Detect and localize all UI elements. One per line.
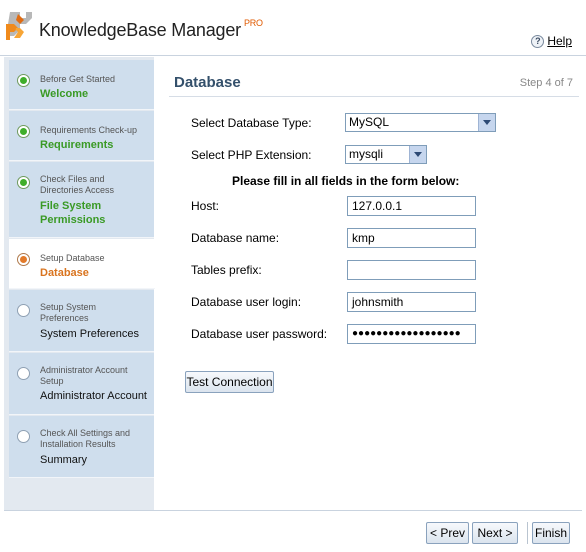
puzzle-logo-icon (6, 12, 32, 40)
finish-button[interactable]: Finish (532, 522, 570, 544)
step-main-label: Requirements (40, 139, 114, 151)
page-title: Database (174, 74, 241, 91)
step-pending-radio-icon (17, 430, 30, 443)
step-sub-label: Before Get Started (40, 74, 116, 84)
tables-prefix-input[interactable] (347, 260, 476, 280)
step-main-label: Administrator Account (40, 390, 147, 402)
help-icon[interactable]: ? (531, 34, 545, 48)
app-name: KnowledgeBase Manager (39, 20, 241, 40)
step-current-radio-icon (17, 253, 30, 266)
db-user-login-label: Database user login: (191, 295, 302, 309)
step-sub-label: Setup System Preferences (40, 302, 97, 323)
chevron-down-icon[interactable] (478, 114, 495, 131)
php-extension-label: Select PHP Extension: (191, 148, 312, 162)
sidebar-step-file-system[interactable]: Check Files and Directories Access File … (9, 162, 154, 238)
db-user-password-label: Database user password: (191, 327, 328, 341)
step-pending-radio-icon (17, 367, 30, 380)
php-extension-value: mysqli (349, 147, 384, 161)
step-pending-radio-icon (17, 304, 30, 317)
step-counter: Step 4 of 7 (519, 77, 573, 89)
step-complete-radio-icon (17, 74, 30, 87)
step-complete-radio-icon (17, 176, 30, 189)
heading-divider (169, 96, 579, 97)
host-input[interactable]: 127.0.0.1 (347, 196, 476, 216)
sidebar-step-admin-account[interactable]: Administrator Account Setup Administrato… (9, 353, 154, 415)
step-main-label: System Preferences (40, 328, 140, 340)
db-type-value: MySQL (349, 115, 390, 129)
step-main-label: File System Permissions (40, 200, 106, 226)
db-type-select[interactable]: MySQL (345, 113, 496, 132)
php-extension-select[interactable]: mysqli (345, 145, 427, 164)
header-divider (0, 55, 586, 56)
step-sub-label: Check Files and Directories Access (40, 174, 115, 195)
sidebar-step-summary[interactable]: Check All Settings and Installation Resu… (9, 416, 154, 478)
help-link-group[interactable]: ? Help (531, 34, 572, 48)
step-sub-label: Administrator Account Setup (40, 365, 128, 386)
db-name-label: Database name: (191, 231, 280, 245)
step-sub-label: Setup Database (40, 253, 105, 263)
tables-prefix-label: Tables prefix: (191, 263, 262, 277)
sidebar-step-database[interactable]: Setup Database Database (9, 239, 155, 289)
app-title: KnowledgeBase Manager PRO (39, 18, 263, 41)
step-sub-label: Check All Settings and Installation Resu… (40, 428, 131, 449)
sidebar-step-requirements[interactable]: Requirements Check-up Requirements (9, 111, 154, 161)
wizard-sidebar: Before Get Started Welcome Requirements … (4, 57, 155, 510)
form-instruction: Please fill in all fields in the form be… (232, 174, 460, 188)
pro-badge: PRO (243, 18, 263, 28)
sidebar-step-welcome[interactable]: Before Get Started Welcome (9, 60, 154, 110)
prev-button[interactable]: < Prev (426, 522, 469, 544)
db-type-label: Select Database Type: (191, 116, 312, 130)
host-label: Host: (191, 199, 220, 213)
app-header: KnowledgeBase Manager PRO ? Help (0, 0, 586, 56)
step-main-label: Welcome (40, 88, 89, 100)
test-connection-button[interactable]: Test Connection (185, 371, 274, 393)
button-separator (527, 522, 528, 544)
sidebar-step-system-preferences[interactable]: Setup System Preferences System Preferen… (9, 290, 154, 352)
db-user-password-input[interactable]: ●●●●●●●●●●●●●●●●●● (347, 324, 476, 344)
step-main-label: Database (40, 267, 89, 279)
help-link[interactable]: Help (547, 34, 572, 48)
db-user-login-input[interactable]: johnsmith (347, 292, 476, 312)
step-main-label: Summary (40, 454, 88, 466)
chevron-down-icon[interactable] (409, 146, 426, 163)
db-name-input[interactable]: kmp (347, 228, 476, 248)
next-button[interactable]: Next > (472, 522, 518, 544)
footer-divider (4, 510, 582, 511)
step-complete-radio-icon (17, 125, 30, 138)
step-sub-label: Requirements Check-up (40, 125, 138, 135)
